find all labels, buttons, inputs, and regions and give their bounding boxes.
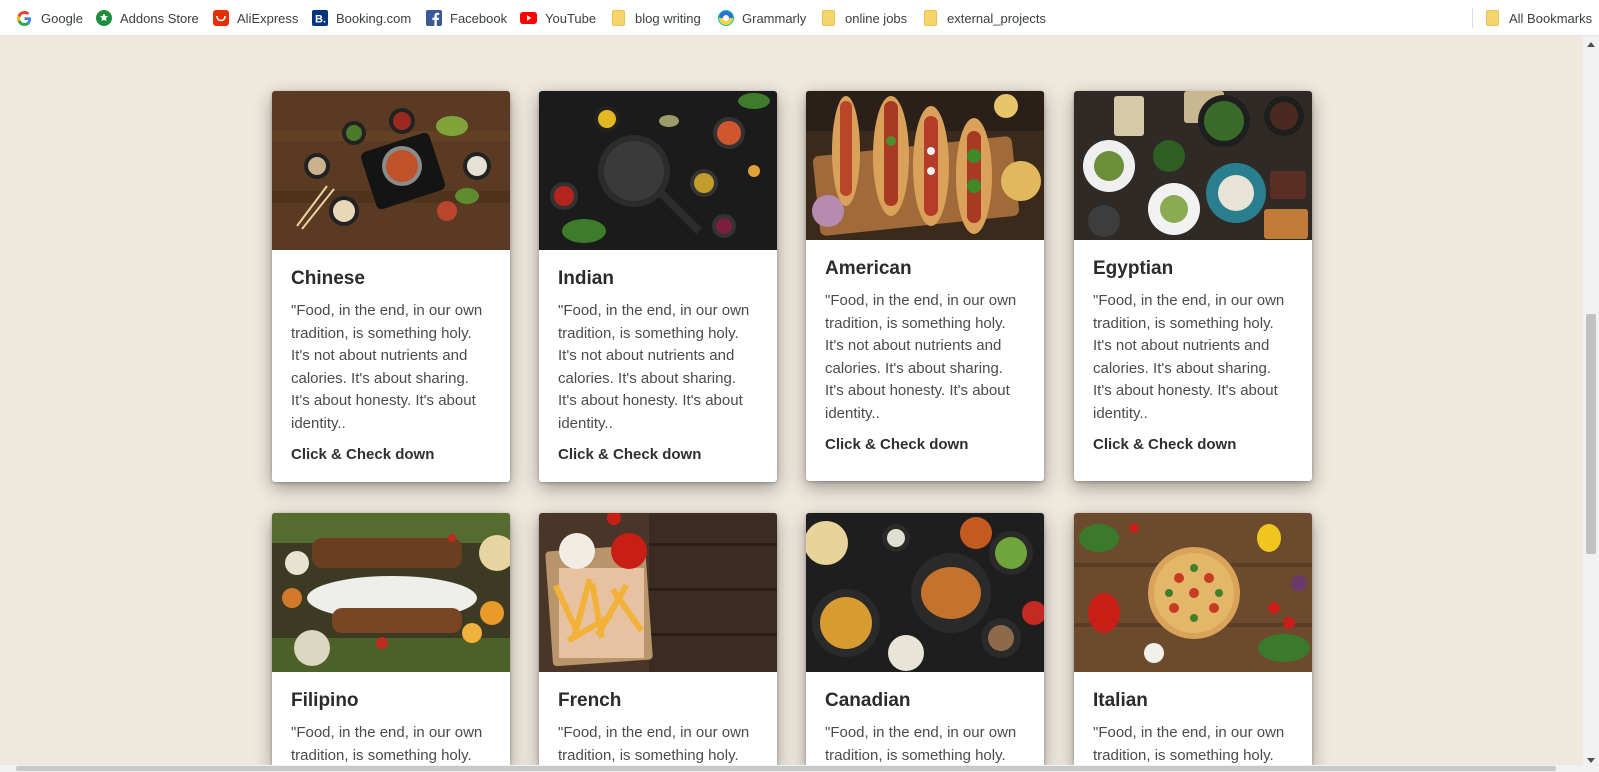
bookmark-aliexpress[interactable]: AliExpress <box>212 0 298 36</box>
bookmark-label: Facebook <box>450 10 508 26</box>
bookmark-grammarly[interactable]: Grammarly <box>717 0 806 36</box>
folder-icon <box>820 10 837 27</box>
bookmark-folder-external-projects[interactable]: external_projects <box>922 0 1046 36</box>
click-check-down-link[interactable]: Click & Check down <box>558 446 758 463</box>
bookmark-label: external_projects <box>947 10 1046 26</box>
cuisine-description: "Food, in the end, in our own tradition,… <box>1093 292 1285 422</box>
bookmark-addons-store[interactable]: Addons Store <box>95 0 199 36</box>
bookmark-label: online jobs <box>845 10 908 26</box>
cuisine-title: Chinese <box>291 268 365 289</box>
bookmark-google[interactable]: Google <box>16 0 83 36</box>
booking-icon: B. <box>311 10 328 27</box>
vertical-scrollbar[interactable] <box>1583 36 1599 769</box>
youtube-icon <box>520 10 537 27</box>
bookmarks-bar: Google Addons Store AliExpress B. Bookin… <box>0 0 1599 36</box>
bookmark-label: blog writing <box>635 10 701 26</box>
scroll-up-arrow-icon[interactable] <box>1587 42 1595 47</box>
cuisine-description: "Food, in the end, in our own tradition,… <box>1093 724 1285 764</box>
cuisine-description: "Food, in the end, in our own tradition,… <box>558 302 750 432</box>
bookmark-folder-blog-writing[interactable]: blog writing <box>610 0 701 36</box>
cuisine-photo <box>272 513 510 672</box>
cuisine-photo <box>806 91 1044 240</box>
addons-store-icon <box>95 10 112 27</box>
facebook-icon <box>425 10 442 27</box>
bookmark-label: Grammarly <box>742 10 807 26</box>
horizontal-scrollbar-thumb[interactable] <box>16 766 1556 771</box>
cuisine-card-indian: Indian "Food, in the end, in our own tra… <box>539 91 777 482</box>
cuisine-photo <box>1074 513 1312 672</box>
bookmark-label: Booking.com <box>336 10 412 26</box>
bookmark-folder-online-jobs[interactable]: online jobs <box>820 0 907 36</box>
click-check-down-link[interactable]: Click & Check down <box>1093 436 1293 453</box>
grammarly-icon <box>717 10 734 27</box>
folder-icon <box>1484 10 1501 27</box>
cuisine-card-french: French "Food, in the end, in our own tra… <box>539 513 777 767</box>
page-content: Chinese "Food, in the end, in our own tr… <box>0 36 1583 768</box>
click-check-down-link[interactable]: Click & Check down <box>825 436 1025 453</box>
cuisine-description: "Food, in the end, in our own tradition,… <box>291 302 483 432</box>
cuisine-description: "Food, in the end, in our own tradition,… <box>291 724 483 764</box>
cuisine-title: French <box>558 690 622 711</box>
folder-icon <box>922 10 939 27</box>
horizontal-scrollbar[interactable] <box>0 765 1599 772</box>
bookmark-label: YouTube <box>545 10 597 26</box>
cuisine-title: Canadian <box>825 690 911 711</box>
cuisine-title: Filipino <box>291 690 359 711</box>
bookmark-label: AliExpress <box>237 10 299 26</box>
cuisine-description: "Food, in the end, in our own tradition,… <box>825 292 1017 422</box>
cuisine-photo <box>539 513 777 672</box>
google-icon <box>16 10 33 27</box>
cuisine-photo <box>1074 91 1312 240</box>
cuisine-description: "Food, in the end, in our own tradition,… <box>825 724 1017 764</box>
bookmarks-divider <box>1472 8 1473 28</box>
svg-text:B.: B. <box>315 14 326 26</box>
cuisine-card-filipino: Filipino "Food, in the end, in our own t… <box>272 513 510 767</box>
cuisine-title: American <box>825 258 912 279</box>
bookmark-facebook[interactable]: Facebook <box>425 0 507 36</box>
bookmark-booking[interactable]: B. Booking.com <box>311 0 411 36</box>
cuisine-card-canadian: Canadian "Food, in the end, in our own t… <box>806 513 1044 767</box>
all-bookmarks-label: All Bookmarks <box>1509 10 1593 26</box>
cuisine-card-italian: Italian "Food, in the end, in our own tr… <box>1074 513 1312 767</box>
scroll-down-arrow-icon[interactable] <box>1587 758 1595 763</box>
cuisine-card-american: American "Food, in the end, in our own t… <box>806 91 1044 481</box>
cuisine-photo <box>539 91 777 250</box>
folder-icon <box>610 10 627 27</box>
cuisine-card-egyptian: Egyptian "Food, in the end, in our own t… <box>1074 91 1312 481</box>
cuisine-card-chinese: Chinese "Food, in the end, in our own tr… <box>272 91 510 482</box>
bookmark-label: Google <box>41 10 83 26</box>
cuisine-title: Indian <box>558 268 614 289</box>
aliexpress-icon <box>212 10 229 27</box>
bookmark-youtube[interactable]: YouTube <box>520 0 596 36</box>
all-bookmarks-button[interactable]: All Bookmarks <box>1484 0 1592 36</box>
cuisine-title: Italian <box>1093 690 1148 711</box>
click-check-down-link[interactable]: Click & Check down <box>291 446 491 463</box>
cuisine-photo <box>806 513 1044 672</box>
vertical-scrollbar-thumb[interactable] <box>1586 314 1596 554</box>
bookmark-label: Addons Store <box>120 10 199 26</box>
cuisine-photo <box>272 91 510 250</box>
cuisine-description: "Food, in the end, in our own tradition,… <box>558 724 750 764</box>
cuisine-title: Egyptian <box>1093 258 1174 279</box>
